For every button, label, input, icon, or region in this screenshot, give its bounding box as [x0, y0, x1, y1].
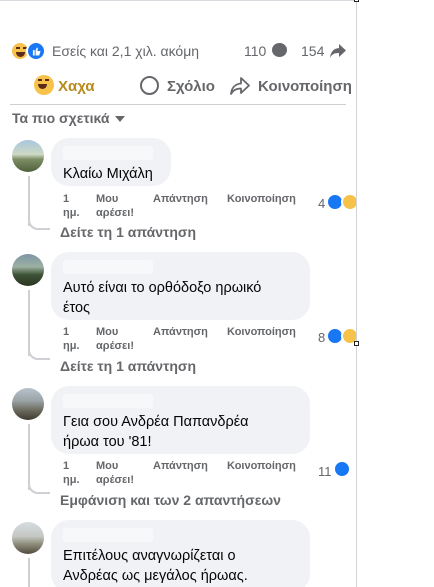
haha-icon [34, 75, 54, 95]
comment-text: Ανδρέας ως μεγάλος ήρωας. [63, 568, 248, 584]
comment-reaction-count[interactable]: 8 [318, 330, 325, 345]
author-name[interactable] [63, 146, 153, 160]
scrollbar[interactable] [356, 0, 357, 587]
comment-bubble-icon [272, 43, 287, 57]
like-link-line2[interactable]: αρέσει! [96, 339, 134, 353]
post-action-bar: Χαχα Σχόλιο Κοινοποίηση [0, 70, 356, 102]
comment-text: Γεια σου Ανδρέα Παπανδρέα [63, 414, 249, 430]
share-icon [230, 77, 250, 95]
comment-actions: 1 ημ. Μου αρέσει! Απάντηση Κοινοποίηση [63, 325, 343, 353]
comment-label: Σχόλιο [167, 78, 215, 95]
author-name[interactable] [63, 394, 153, 408]
comment-item: Κλαίω Μιχάλη 1 ημ. Μου αρέσει! Απάντηση … [0, 138, 359, 240]
comment-text: έτος [63, 300, 91, 316]
comment-time-unit[interactable]: ημ. [63, 206, 80, 220]
like-link[interactable]: Μου [96, 192, 118, 206]
resize-handle[interactable] [354, 0, 359, 2]
comment-text: ήρωα του '81! [63, 434, 152, 450]
share-link[interactable]: Κοινοποίηση [227, 459, 296, 473]
share-link[interactable]: Κοινοποίηση [227, 192, 296, 206]
reply-link[interactable]: Απάντηση [153, 192, 208, 206]
comment-bubble[interactable]: Γεια σου Ανδρέα Παπανδρέα ήρωα του '81! [51, 386, 310, 454]
reply-link[interactable]: Απάντηση [153, 459, 208, 473]
like-icon [333, 460, 351, 478]
author-name[interactable] [63, 528, 153, 542]
comment-bubble[interactable]: Επιτέλους αναγνωρίζεται ο Ανδρέας ως μεγ… [51, 520, 310, 587]
comment-item: Επιτέλους αναγνωρίζεται ο Ανδρέας ως μεγ… [0, 520, 356, 587]
comment-text: Επιτέλους αναγνωρίζεται ο [63, 548, 236, 564]
share-label: Κοινοποίηση [258, 78, 352, 95]
comment-reaction-count[interactable]: 4 [318, 196, 325, 211]
like-link[interactable]: Μου [96, 459, 118, 473]
comment-item: Γεια σου Ανδρέα Παπανδρέα ήρωα του '81! … [0, 386, 356, 508]
comment-time-unit[interactable]: ημ. [63, 473, 80, 487]
top-divider [0, 0, 356, 1]
like-link-line2[interactable]: αρέσει! [96, 473, 134, 487]
view-replies-link[interactable]: Δείτε τη 1 απάντηση [60, 358, 196, 374]
comment-bubble[interactable]: Κλαίω Μιχάλη [51, 138, 171, 186]
comment-item: Αυτό είναι το ορθόδοξο ηρωικό έτος 1 ημ.… [0, 252, 359, 374]
like-link-line2[interactable]: αρέσει! [96, 206, 134, 220]
resize-handle[interactable] [354, 341, 359, 346]
comment-time[interactable]: 1 [63, 192, 69, 206]
like-icon [26, 41, 46, 61]
sort-label: Τα πιο σχετικά [12, 110, 110, 126]
avatar[interactable] [12, 140, 44, 172]
comment-bubble[interactable]: Αυτό είναι το ορθόδοξο ηρωικό έτος [51, 252, 310, 320]
view-replies-link[interactable]: Δείτε τη 1 απάντηση [60, 224, 196, 240]
avatar[interactable] [12, 254, 44, 286]
comment-text: Κλαίω Μιχάλη [63, 166, 153, 182]
like-link[interactable]: Μου [96, 325, 118, 339]
comment-time[interactable]: 1 [63, 459, 69, 473]
comment-reaction-count[interactable]: 11 [318, 464, 332, 479]
comments-panel: Εσείς και 2,1 χιλ. ακόμη 110 154 Χαχα Σχ… [0, 0, 359, 587]
comment-text: Αυτό είναι το ορθόδοξο ηρωικό [63, 280, 262, 296]
reply-link[interactable]: Απάντηση [153, 325, 208, 339]
comments-count[interactable]: 110 [244, 43, 266, 59]
avatar[interactable] [12, 522, 44, 554]
comment-time-unit[interactable]: ημ. [63, 339, 80, 353]
share-link[interactable]: Κοινοποίηση [227, 325, 296, 339]
share-arrow-icon [330, 44, 346, 58]
comment-time[interactable]: 1 [63, 325, 69, 339]
sort-dropdown[interactable]: Τα πιο σχετικά [12, 110, 126, 126]
comment-icon [140, 76, 159, 95]
caret-down-icon [115, 116, 126, 123]
reactions-text[interactable]: Εσείς και 2,1 χιλ. ακόμη [52, 43, 199, 59]
comment-actions: 1 ημ. Μου αρέσει! Απάντηση Κοινοποίηση [63, 192, 343, 220]
view-replies-link[interactable]: Εμφάνιση και των 2 απαντήσεων [60, 492, 281, 508]
comment-actions: 1 ημ. Μου αρέσει! Απάντηση Κοινοποίηση [63, 459, 343, 487]
reaction-icons[interactable] [10, 41, 50, 61]
action-divider [10, 104, 346, 105]
haha-label: Χαχα [58, 78, 95, 95]
shares-count[interactable]: 154 [301, 43, 324, 59]
avatar[interactable] [12, 388, 44, 420]
author-name[interactable] [63, 260, 153, 274]
reaction-summary[interactable]: Εσείς και 2,1 χιλ. ακόμη 110 154 [10, 40, 350, 62]
